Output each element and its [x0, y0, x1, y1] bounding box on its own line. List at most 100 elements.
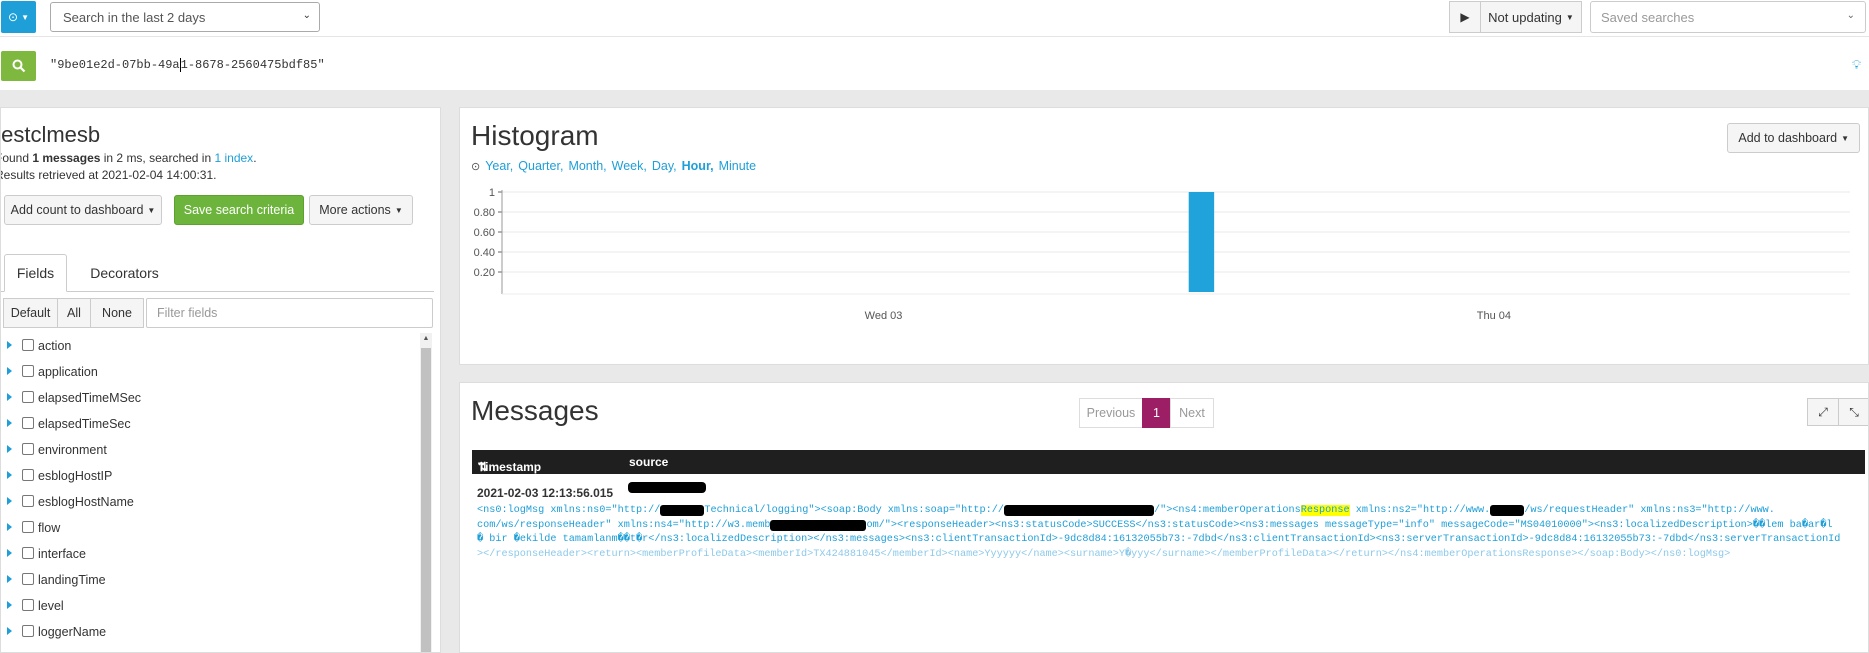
- field-name[interactable]: flow: [38, 521, 60, 535]
- resolution-hour-link[interactable]: Hour,: [682, 159, 714, 173]
- scroll-up-arrow-icon[interactable]: ▲: [420, 335, 432, 345]
- field-checkbox[interactable]: [22, 599, 34, 611]
- sort-icon[interactable]: ⇅: [478, 460, 488, 474]
- stream-title-text: testclmesb: [0, 122, 101, 147]
- field-item: landingTime: [1, 567, 421, 593]
- expand-triangle-icon[interactable]: [7, 393, 12, 401]
- search-button[interactable]: [1, 51, 36, 81]
- chevron-down-icon: ⌄: [302, 10, 311, 21]
- message-text: xmlns:ns2="http://www.: [1349, 505, 1491, 516]
- previous-page-button[interactable]: Previous: [1079, 398, 1143, 428]
- scroll-thumb[interactable]: [421, 348, 431, 652]
- messages-panel: Messages Previous 1 Next ⤢ ⤡ Timestamp ⇅…: [459, 382, 1869, 653]
- expand-triangle-icon[interactable]: [7, 575, 12, 583]
- field-name[interactable]: level: [38, 599, 64, 613]
- more-actions-button[interactable]: More actions ▼: [309, 195, 413, 225]
- add-count-label: Add count to dashboard: [10, 203, 144, 217]
- field-checkbox[interactable]: [22, 417, 34, 429]
- field-item: esblogHostName: [1, 489, 421, 515]
- fields-all-button[interactable]: All: [57, 298, 91, 328]
- field-item: loggerName: [1, 619, 421, 645]
- filter-fields-input[interactable]: Filter fields: [146, 298, 433, 328]
- refresh-interval-button[interactable]: Not updating ▼: [1480, 1, 1582, 33]
- caret-down-icon: ▼: [21, 12, 29, 22]
- index-link[interactable]: 1 index: [214, 151, 253, 165]
- lightbulb-icon[interactable]: 💡︎: [1852, 57, 1861, 73]
- expand-triangle-icon[interactable]: [7, 627, 12, 635]
- refresh-interval-label: Not updating: [1488, 9, 1562, 25]
- field-checkbox[interactable]: [22, 365, 34, 377]
- field-name[interactable]: action: [38, 339, 71, 353]
- field-checkbox[interactable]: [22, 573, 34, 585]
- retrieved-time: Results retrieved at 2021-02-04 14:00:31…: [0, 168, 217, 182]
- expand-triangle-icon[interactable]: [7, 341, 12, 349]
- expand-triangle-icon[interactable]: [7, 471, 12, 479]
- expand-triangle-icon[interactable]: [7, 601, 12, 609]
- field-checkbox[interactable]: [22, 469, 34, 481]
- field-checkbox[interactable]: [22, 625, 34, 637]
- field-item: level: [1, 593, 421, 619]
- expand-triangle-icon[interactable]: [7, 497, 12, 505]
- tab-fields-label: Fields: [16, 265, 55, 281]
- resolution-week-link[interactable]: Week,: [612, 159, 647, 173]
- search-type-button[interactable]: ⊙ ▼: [1, 1, 36, 33]
- field-name[interactable]: elapsedTimeSec: [38, 417, 131, 431]
- field-name[interactable]: interface: [38, 547, 86, 561]
- resolution-day-link[interactable]: Day,: [652, 159, 677, 173]
- saved-searches-select[interactable]: Saved searches ⌄: [1590, 1, 1866, 33]
- expand-triangle-icon[interactable]: [7, 523, 12, 531]
- source-column-header[interactable]: source: [629, 455, 668, 469]
- expand-triangle-icon[interactable]: [7, 445, 12, 453]
- more-actions-label: More actions: [319, 203, 391, 217]
- field-checkbox[interactable]: [22, 391, 34, 403]
- resolution-month-link[interactable]: Month,: [568, 159, 606, 173]
- message-source[interactable]: <ns0:logMsg xmlns:ns0="http:// Technical/…: [477, 504, 1867, 562]
- expand-button[interactable]: ⤢: [1807, 398, 1839, 426]
- save-search-criteria-button[interactable]: Save search criteria: [174, 195, 304, 225]
- field-name[interactable]: application: [38, 365, 98, 379]
- resolution-year-link[interactable]: Year,: [485, 159, 513, 173]
- expand-triangle-icon[interactable]: [7, 549, 12, 557]
- expand-triangle-icon[interactable]: [7, 419, 12, 427]
- fields-none-button[interactable]: None: [90, 298, 144, 328]
- field-name[interactable]: elapsedTimeMSec: [38, 391, 141, 405]
- resolution-minute-link[interactable]: Minute: [719, 159, 757, 173]
- resolution-quarter-link[interactable]: Quarter,: [518, 159, 563, 173]
- field-item: application: [1, 359, 421, 385]
- tab-decorators[interactable]: Decorators: [77, 254, 172, 292]
- collapse-button[interactable]: ⤡: [1838, 398, 1868, 426]
- field-name[interactable]: esblogHostName: [38, 495, 134, 509]
- field-checkbox[interactable]: [22, 495, 34, 507]
- play-button[interactable]: ▶: [1449, 1, 1481, 33]
- field-checkbox[interactable]: [22, 443, 34, 455]
- search-query-input[interactable]: "9be01e2d-07bb-49a1-8678-2560475bdf85": [50, 58, 325, 72]
- redaction-mark: [660, 505, 705, 516]
- field-item: elapsedTimeSec: [1, 411, 421, 437]
- field-checkbox[interactable]: [22, 547, 34, 559]
- message-timestamp[interactable]: 2021-02-03 12:13:56.015: [477, 486, 613, 500]
- add-to-dashboard-button[interactable]: Add to dashboard ▼: [1727, 123, 1860, 153]
- add-count-to-dashboard-button[interactable]: Add count to dashboard ▼: [4, 195, 162, 225]
- tab-fields[interactable]: Fields: [4, 254, 67, 292]
- field-checkbox[interactable]: [22, 521, 34, 533]
- field-name[interactable]: esblogHostIP: [38, 469, 112, 483]
- messages-title: Messages: [471, 395, 599, 426]
- message-text: /"><ns4:memberOperations: [1153, 505, 1301, 516]
- clock-icon: ⊙: [8, 10, 19, 24]
- field-name[interactable]: loggerName: [38, 625, 106, 639]
- field-item: action: [1, 333, 421, 359]
- next-page-button[interactable]: Next: [1170, 398, 1214, 428]
- field-name[interactable]: environment: [38, 443, 107, 457]
- time-range-select[interactable]: Search in the last 2 days ⌄: [50, 2, 320, 32]
- histogram-panel: Histogram Add to dashboard ▼ ⊙ Year, Quarte…: [459, 107, 1869, 365]
- expand-triangle-icon[interactable]: [7, 367, 12, 375]
- field-name[interactable]: landingTime: [38, 573, 106, 587]
- field-checkbox[interactable]: [22, 339, 34, 351]
- previous-label: Previous: [1086, 406, 1136, 420]
- time-range-value: Search in the last 2 days: [63, 9, 206, 25]
- field-list-scrollbar[interactable]: ▲: [420, 333, 432, 652]
- page-1-button[interactable]: 1: [1142, 398, 1171, 428]
- fields-default-button[interactable]: Default: [3, 298, 58, 328]
- redaction-mark: [1490, 505, 1525, 516]
- histogram-chart: 1 0.80 0.60 0.40 0.20 Wed 03 Thu 04: [474, 187, 1850, 322]
